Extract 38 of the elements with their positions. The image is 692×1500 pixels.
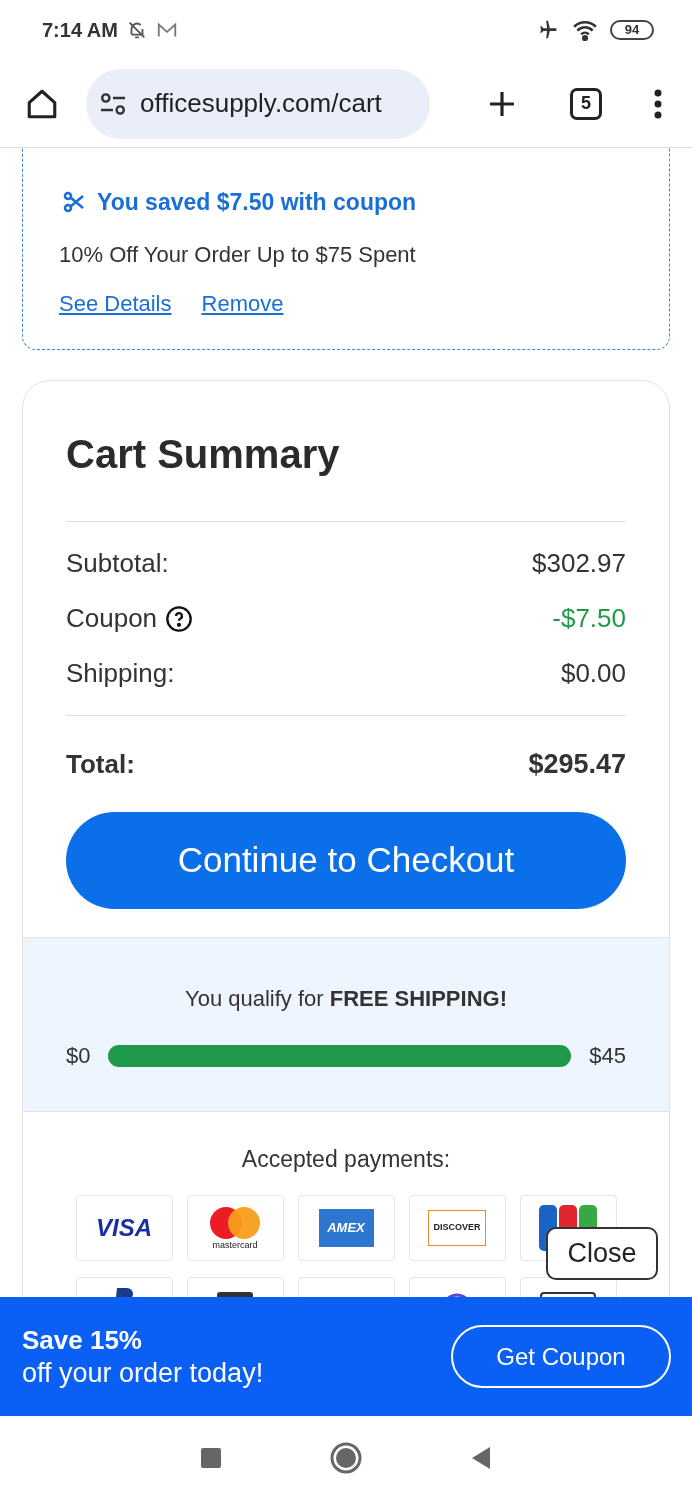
summary-label: Subtotal:	[66, 547, 169, 580]
wifi-icon	[572, 19, 598, 41]
progress-min-label: $0	[66, 1042, 91, 1070]
checkout-button[interactable]: Continue to Checkout	[66, 812, 626, 909]
summary-value: $0.00	[560, 657, 626, 690]
summary-value: -$7.50	[552, 602, 626, 635]
progress-max-label: $45	[589, 1042, 626, 1070]
visa-logo: VISA	[96, 1212, 152, 1243]
total-value: $295.47	[528, 747, 626, 781]
back-icon[interactable]	[470, 1446, 492, 1470]
site-settings-icon[interactable]	[98, 91, 128, 116]
url-text: officesupply.com/cart	[140, 87, 382, 120]
accepted-payments-title: Accepted payments:	[241, 1145, 451, 1174]
summary-value: $302.97	[532, 547, 626, 580]
cart-summary-title: Cart Summary	[66, 431, 341, 478]
free-shipping-message: You qualify for FREE SHIPPING!	[184, 985, 508, 1013]
mail-icon	[155, 21, 178, 39]
summary-label: Coupon	[66, 602, 158, 635]
tab-count-button[interactable]: 5	[570, 87, 602, 120]
summary-label: Shipping:	[66, 657, 175, 690]
promo-subtitle: off your order today!	[22, 1356, 264, 1390]
status-time: 7:14 AM	[42, 18, 118, 43]
mastercard-logo: mastercard	[206, 1205, 264, 1250]
recents-icon[interactable]	[200, 1447, 222, 1469]
more-menu-icon[interactable]	[654, 88, 662, 119]
total-label: Total:	[66, 747, 135, 781]
coupon-link[interactable]: See Details	[59, 286, 172, 320]
coupon-saved-text: You saved $7.50 with coupon	[97, 188, 417, 217]
discover-logo: DISCOVER	[428, 1209, 486, 1246]
coupon-link[interactable]: Remove	[201, 286, 284, 320]
battery-indicator: 94	[610, 20, 654, 40]
amex-logo: AMEX	[318, 1208, 374, 1247]
promo-title: Save 15%	[22, 1323, 143, 1356]
help-icon[interactable]	[165, 604, 194, 633]
close-button[interactable]: Close	[546, 1227, 658, 1280]
coupon-description: 10% Off Your Order Up to $75 Spent	[59, 240, 417, 269]
address-bar[interactable]: officesupply.com/cart	[86, 68, 430, 139]
get-coupon-button[interactable]: Get Coupon	[451, 1325, 671, 1388]
